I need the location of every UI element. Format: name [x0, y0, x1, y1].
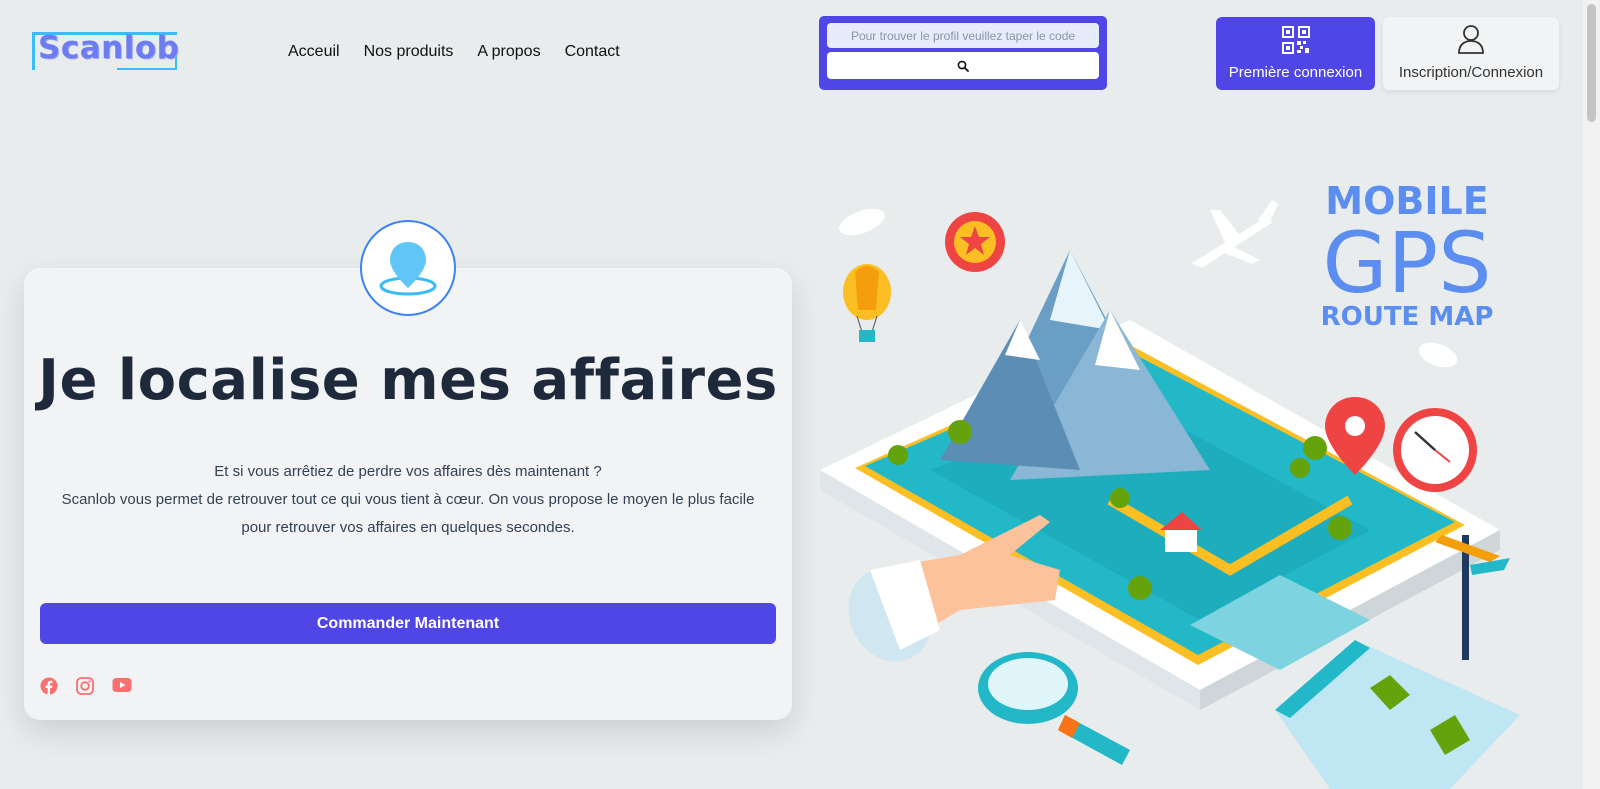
search-icon — [957, 60, 969, 72]
social-links — [40, 677, 132, 695]
instagram-icon[interactable] — [76, 677, 94, 695]
facebook-icon[interactable] — [40, 677, 58, 695]
illustration-line-2: GPS — [1322, 214, 1491, 312]
nav-link-contact[interactable]: Contact — [565, 43, 620, 61]
location-badge — [360, 220, 456, 316]
order-now-button[interactable]: Commander Maintenant — [40, 603, 776, 644]
airplane-icon — [1192, 200, 1278, 268]
youtube-icon[interactable] — [112, 677, 132, 695]
signup-login-label: Inscription/Connexion — [1398, 64, 1544, 81]
map-pin-icon — [379, 242, 437, 296]
first-login-label: Première connexion — [1228, 64, 1363, 81]
qr-code-icon — [1281, 26, 1310, 54]
hero-description: Et si vous arrêtiez de perdre vos affair… — [60, 458, 756, 542]
page-scrollbar[interactable] — [1583, 0, 1600, 789]
nav-link-home[interactable]: Acceuil — [288, 43, 340, 61]
hero-description-line-1: Et si vous arrêtiez de perdre vos affair… — [214, 463, 602, 480]
nav-link-products[interactable]: Nos produits — [364, 43, 454, 61]
user-icon — [1458, 25, 1484, 54]
profile-search-box — [819, 16, 1107, 90]
brand-logo[interactable]: Scanlob — [32, 30, 180, 70]
hero-title: Je localise mes affaires — [38, 348, 778, 413]
star-badge-icon — [945, 212, 1005, 272]
paper-map-icon — [1275, 640, 1520, 789]
tablet-map — [820, 320, 1500, 710]
main-nav: Acceuil Nos produits A propos Contact — [288, 43, 620, 61]
illustration-line-3: ROUTE MAP — [1321, 302, 1494, 332]
clock-icon — [1393, 408, 1477, 492]
search-button[interactable] — [827, 52, 1099, 79]
hot-air-balloon-icon — [843, 264, 891, 342]
signup-login-button[interactable]: Inscription/Connexion — [1383, 17, 1559, 90]
magnifying-glass-icon — [978, 652, 1130, 765]
profile-search-input[interactable] — [827, 23, 1099, 48]
nav-link-about[interactable]: A propos — [477, 43, 540, 61]
hero-description-line-2: Scanlob vous permet de retrouver tout ce… — [61, 491, 755, 536]
scrollbar-thumb[interactable] — [1587, 4, 1596, 122]
brand-name: Scanlob — [38, 30, 180, 66]
first-login-button[interactable]: Première connexion — [1216, 17, 1375, 90]
gps-map-illustration: MOBILE GPS ROUTE MAP — [820, 179, 1520, 789]
